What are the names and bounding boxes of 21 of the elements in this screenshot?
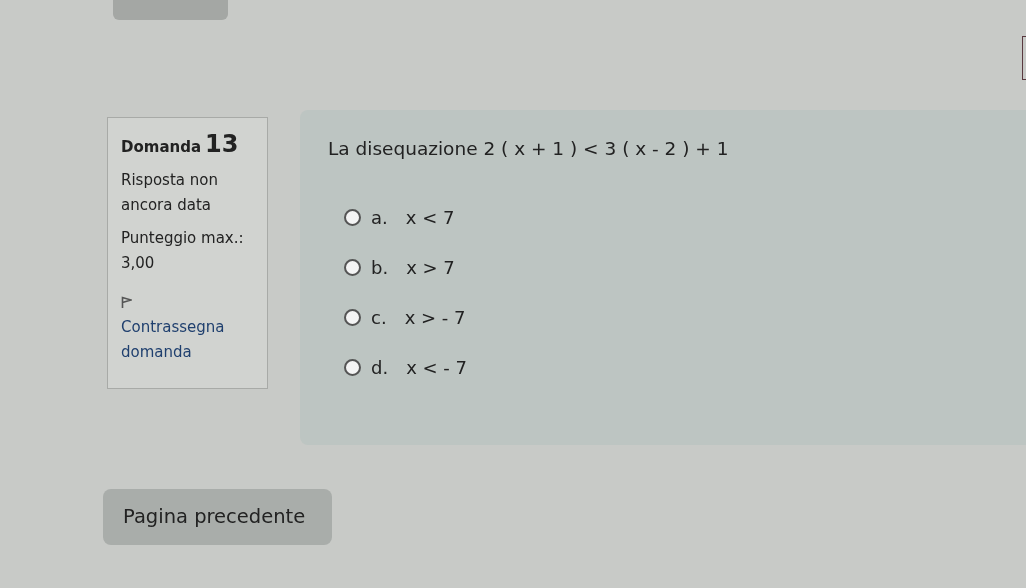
question-label: Domanda	[121, 138, 202, 156]
question-text: La disequazione 2 ( x + 1 ) < 3 ( x - 2 ) + 1	[328, 137, 730, 161]
max-score-label: Punteggio max.:	[121, 228, 245, 249]
option-letter: a.	[371, 206, 388, 231]
option-answer: x < - 7	[406, 356, 467, 381]
option-letter: c.	[371, 306, 387, 331]
radio-button[interactable]	[344, 309, 361, 327]
answer-status: Risposta non ancora data	[121, 170, 219, 216]
previous-page-button[interactable]: Pagina precedente	[103, 489, 332, 545]
flag-question-link[interactable]: Contrassegna domanda	[121, 315, 254, 365]
option-letter: b.	[371, 256, 389, 281]
radio-button[interactable]	[344, 359, 361, 377]
question-number: 13	[205, 130, 239, 158]
flag-icon[interactable]	[121, 296, 132, 309]
option-answer: x > - 7	[404, 306, 466, 331]
option-answer: x < 7	[405, 206, 455, 231]
max-score-value: 3,00	[121, 253, 156, 274]
option-letter: d.	[371, 356, 389, 381]
radio-button[interactable]	[344, 259, 361, 277]
option-answer: x > 7	[406, 256, 455, 281]
radio-button[interactable]	[344, 209, 361, 227]
